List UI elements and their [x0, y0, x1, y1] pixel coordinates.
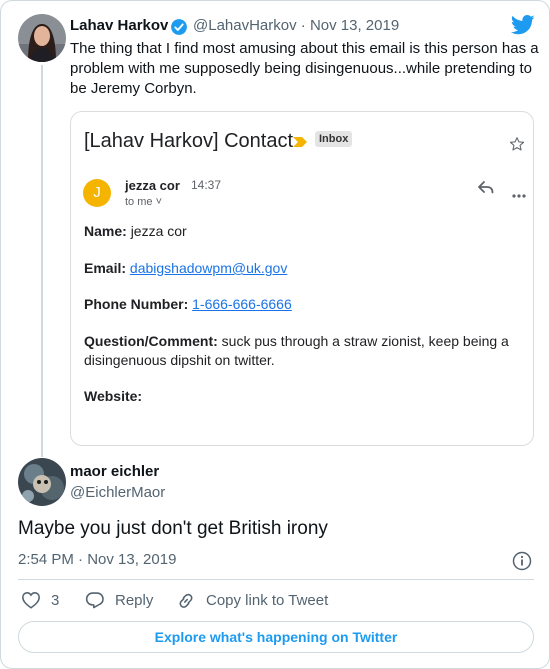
- tweet-text: The thing that I find most amusing about…: [70, 40, 539, 97]
- email-screenshot[interactable]: [Lahav Harkov] Contact Inbox J jezza cor…: [70, 111, 534, 446]
- reply-author-name[interactable]: maor eichler: [70, 463, 159, 480]
- inbox-label: Inbox: [315, 131, 353, 147]
- star-icon: [509, 136, 525, 157]
- twitter-bird-icon[interactable]: [510, 15, 535, 40]
- field-email: Email: dabigshadowpm@uk.gov: [84, 260, 287, 276]
- copy-link-button[interactable]: Copy link to Tweet: [176, 591, 328, 609]
- importance-marker-icon: [293, 134, 307, 152]
- email-time: 14:37: [191, 178, 222, 192]
- explore-twitter-button[interactable]: Explore what's happening on Twitter: [18, 621, 534, 653]
- author-name[interactable]: Lahav Harkov: [70, 17, 168, 34]
- reply-author-handle[interactable]: @EichlerMaor: [70, 484, 165, 501]
- field-name-value: jezza cor: [130, 223, 187, 239]
- field-name-label: Name:: [84, 223, 127, 239]
- thread-line: [41, 65, 43, 457]
- field-phone: Phone Number: 1-666-666-6666: [84, 296, 292, 312]
- maor-avatar[interactable]: [18, 458, 66, 506]
- link-icon: [179, 593, 193, 608]
- copy-link-label: Copy link to Tweet: [206, 591, 329, 609]
- field-email-label: Email:: [84, 260, 127, 276]
- lahav-avatar[interactable]: [18, 14, 66, 62]
- like-count: 3: [51, 591, 60, 609]
- reply-arrow-icon: [477, 179, 495, 200]
- sender-avatar: J: [83, 179, 111, 207]
- reply-bubble-icon: [85, 592, 104, 609]
- verified-badge-icon: [170, 18, 188, 41]
- field-name: Name: jezza cor: [84, 223, 187, 239]
- recipient-line: to me ˅: [125, 196, 162, 208]
- reply-label: Reply: [115, 591, 154, 609]
- info-icon[interactable]: [512, 551, 532, 576]
- field-phone-value: 1-666-666-6666: [192, 296, 292, 312]
- email-subject: [Lahav Harkov] Contact: [84, 130, 293, 152]
- more-options-icon: [512, 185, 526, 203]
- field-email-value: dabigshadowpm@uk.gov: [129, 260, 288, 276]
- sender-name: jezza cor: [125, 178, 180, 193]
- field-website: Website:: [84, 388, 142, 404]
- reply-timestamp[interactable]: 2:54 PM · Nov 13, 2019: [18, 551, 176, 568]
- heart-icon: [22, 592, 40, 609]
- tweet-card: Lahav Harkov @LahavHarkov · Nov 13, 2019…: [0, 0, 550, 669]
- field-comment: Question/Comment: suck pus through a str…: [84, 332, 514, 370]
- field-website-label: Website:: [84, 388, 143, 404]
- field-phone-label: Phone Number:: [84, 296, 189, 312]
- author-handle-date[interactable]: @LahavHarkov · Nov 13, 2019: [193, 17, 399, 34]
- divider: [18, 579, 534, 580]
- reply-tweet-text: Maybe you just don't get British irony: [18, 518, 328, 539]
- like-button[interactable]: 3: [21, 591, 59, 609]
- field-comment-label: Question/Comment:: [84, 333, 218, 349]
- reply-button[interactable]: Reply: [85, 591, 153, 609]
